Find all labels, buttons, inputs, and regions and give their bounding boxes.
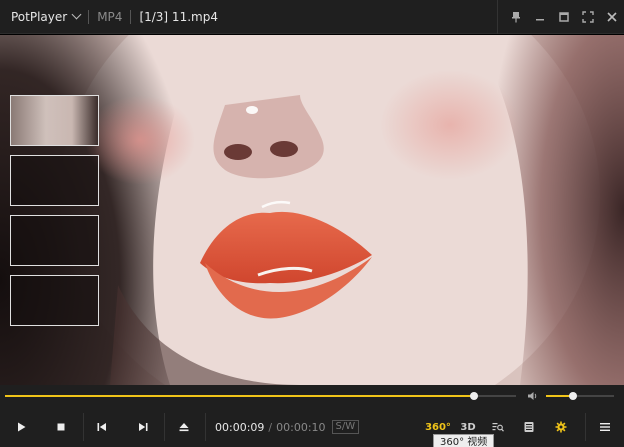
vr-360-label: 360° (425, 421, 451, 433)
playlist-search-icon (492, 423, 504, 432)
maximize-icon (559, 12, 569, 22)
minimize-button[interactable] (528, 0, 552, 34)
pin-button[interactable] (504, 0, 528, 34)
thumbnail-3[interactable] (10, 215, 99, 266)
eject-button[interactable] (173, 407, 195, 447)
chevron-down-icon (71, 9, 82, 20)
fullscreen-icon (582, 11, 594, 23)
fullscreen-button[interactable] (576, 0, 600, 34)
maximize-button[interactable] (552, 0, 576, 34)
play-button[interactable] (10, 407, 32, 447)
volume-icon[interactable] (527, 390, 539, 402)
seek-bar[interactable] (5, 392, 516, 400)
close-button[interactable] (600, 0, 624, 34)
play-icon (18, 422, 26, 432)
previous-icon (97, 423, 106, 431)
time-display: 00:00:09 / 00:00:10 S/W (215, 420, 360, 434)
thumbnail-1[interactable] (10, 95, 99, 146)
current-time: 00:00:09 (215, 420, 265, 434)
seek-row (0, 385, 624, 407)
thumbnail-4[interactable] (10, 275, 99, 326)
title-bar: PotPlayer MP4 [1/3] 11.mp4 (0, 0, 624, 34)
thumbnail-strip (10, 95, 99, 335)
minimize-icon (536, 19, 544, 21)
video-area[interactable] (0, 35, 624, 385)
tooltip: 360° 视频 (433, 434, 495, 447)
seek-progress (5, 395, 474, 397)
menu-icon (600, 423, 610, 431)
main-menu-button[interactable] (594, 407, 616, 447)
volume-handle[interactable] (569, 392, 578, 400)
total-duration: 00:00:10 (276, 420, 326, 434)
pin-icon (512, 12, 520, 23)
3d-label: 3D (460, 421, 476, 433)
close-icon (607, 12, 617, 22)
chapter-icon (524, 422, 534, 432)
next-button[interactable] (132, 407, 154, 447)
stop-button[interactable] (50, 407, 72, 447)
volume-slider[interactable] (546, 392, 614, 400)
control-divider (205, 413, 206, 441)
window-controls-divider (497, 0, 498, 34)
next-icon (139, 423, 148, 431)
thumbnail-2[interactable] (10, 155, 99, 206)
control-divider (585, 413, 586, 441)
settings-icon (555, 421, 567, 433)
file-title: [1/3] 11.mp4 (139, 9, 218, 24)
seek-handle[interactable] (469, 392, 478, 400)
settings-button[interactable] (550, 407, 572, 447)
control-bar: 00:00:09 / 00:00:10 S/W 360° 3D (0, 407, 624, 447)
stop-icon (57, 423, 65, 431)
app-name: PotPlayer (11, 9, 68, 24)
app-menu-button[interactable]: PotPlayer (0, 0, 88, 33)
decoder-badge[interactable]: S/W (331, 420, 360, 434)
control-divider (83, 413, 84, 441)
time-separator: / (268, 420, 273, 434)
previous-button[interactable] (91, 407, 113, 447)
format-label: MP4 (97, 9, 123, 24)
eject-icon (179, 423, 189, 432)
window-controls (497, 0, 624, 34)
chapter-button[interactable] (519, 407, 539, 447)
control-divider (164, 413, 165, 441)
